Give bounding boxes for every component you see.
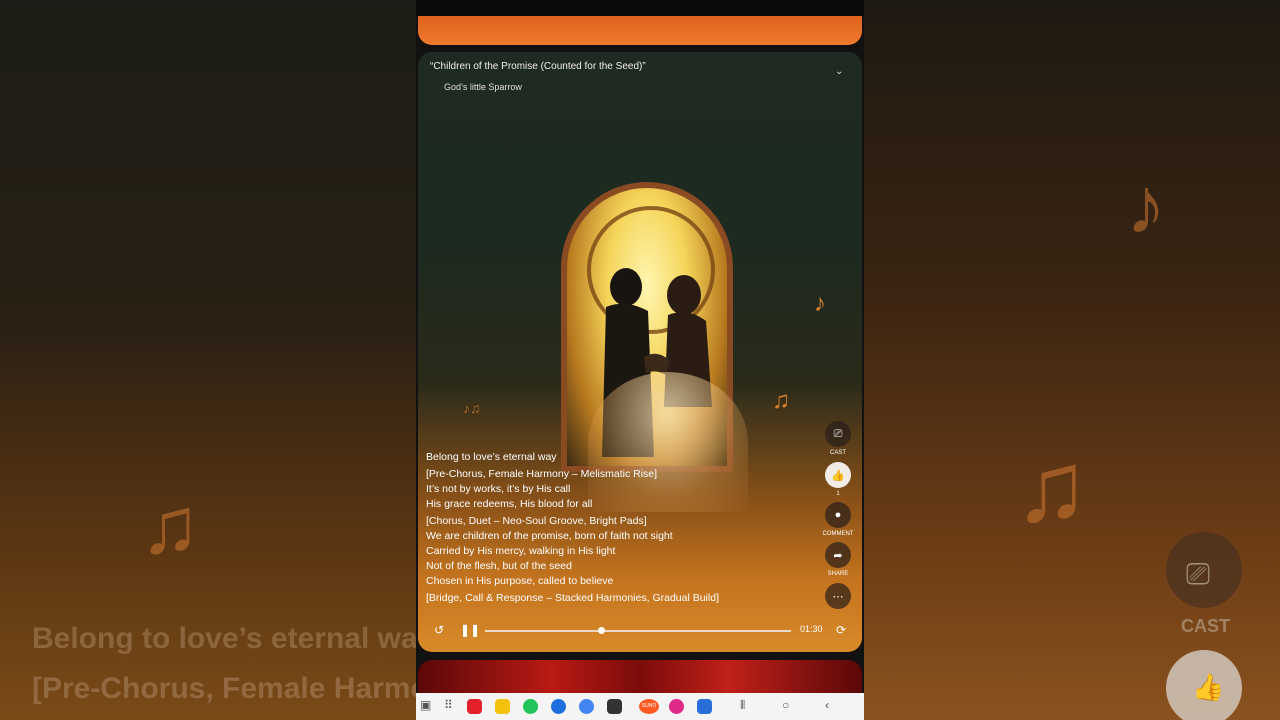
music-note-icon: ♪ [1126,161,1166,250]
share-button[interactable]: ➦ [825,542,851,568]
status-strip [416,0,864,16]
app-icon[interactable] [467,699,482,714]
lyric-line: We are children of the promise, born of … [426,530,673,542]
lyric-section-header: [Pre-Chorus, Female Harmony – Melismatic… [426,468,658,480]
more-icon: ⋯ [832,590,844,603]
taskbar: ▣ ⠿ SUNO ⦀ ○ ‹ [416,693,864,720]
phone-app-icon[interactable] [523,699,538,714]
recents-icon[interactable]: ⦀ [740,698,745,713]
song-title[interactable]: “Children of the Promise (Counted for th… [430,61,646,72]
progress-slider[interactable] [485,627,791,634]
music-note-icon: ♫ [772,387,790,414]
lyric-line: Chosen in His purpose, called to believe [426,575,614,587]
lyrics-panel[interactable]: Belong to love’s eternal way [Pre-Chorus… [426,450,826,610]
back-icon[interactable]: ‹ [825,698,829,712]
app-grid-icon[interactable]: ⠿ [444,698,453,712]
background-cast-icon: ⎚ [1186,558,1210,591]
song-player-card[interactable]: “Children of the Promise (Counted for th… [418,52,862,652]
music-note-icon: ♫ [1014,431,1089,543]
app-icon[interactable] [495,699,510,714]
phone-screen: “Children of the Promise (Counted for th… [416,0,864,720]
app-icon[interactable] [697,699,712,714]
artist-name[interactable]: God’s little Sparrow [444,82,522,92]
window-icon[interactable]: ▣ [420,698,431,712]
chevron-down-icon[interactable]: ⌄ [835,66,843,77]
suno-app-icon[interactable]: SUNO [639,699,659,714]
lyric-line: It’s not by works, it’s by His call [426,483,571,495]
more-button[interactable]: ⋯ [825,583,851,609]
share-label: SHARE [827,571,849,577]
playback-controls: ↺ ❚❚ 01:30 ⟳ [418,614,862,646]
lyric-line: His grace redeems, His blood for all [426,498,593,510]
thumbs-up-icon: 👍 [831,469,845,482]
cast-label: CAST [829,450,846,456]
comment-button[interactable]: ● [825,502,851,528]
comment-icon: ● [834,509,842,521]
lyric-line: Carried by His mercy, walking in His lig… [426,545,616,557]
background-lyric-line: [Pre-Chorus, Female Harmo [32,672,416,705]
lyric-line: Not of the flesh, but of the seed [426,560,572,572]
home-icon[interactable]: ○ [782,698,789,712]
background-cast-label: CAST [1181,616,1230,636]
replay-icon[interactable]: ↺ [434,623,444,637]
background-right: ♪ ♫ [864,0,1280,720]
chrome-icon[interactable] [579,699,594,714]
pause-icon[interactable]: ❚❚ [460,623,480,637]
lyric-section-header: [Bridge, Call & Response – Stacked Harmo… [426,592,719,604]
gallery-app-icon[interactable] [669,699,684,714]
repeat-icon[interactable]: ⟳ [836,623,846,637]
like-count: 1 [836,491,840,497]
share-icon: ➦ [833,549,843,562]
lyric-section-header: [Chorus, Duet – Neo-Soul Groove, Bright … [426,515,647,527]
cast-icon: ⎚ [833,427,843,440]
messages-app-icon[interactable] [551,699,566,714]
comment-label: COMMENT [822,531,854,537]
cast-button[interactable]: ⎚ [825,421,851,447]
music-note-icon: ♫ [140,481,200,570]
like-button[interactable]: 👍 [825,462,851,488]
music-note-icon: ♪ [814,290,826,317]
music-note-icon: ♪♫ [463,400,481,416]
lyric-line: Belong to love’s eternal way [426,451,557,463]
background-lyric-line: Belong to love’s eternal way [32,622,416,655]
background-like-icon: 👍 [1192,672,1225,702]
progress-handle[interactable] [597,627,605,634]
background-left: ♫ Belong to love’s eternal way [Pre-Chor… [0,0,416,720]
playback-time: 01:30 [800,624,823,634]
camera-app-icon[interactable] [607,699,622,714]
